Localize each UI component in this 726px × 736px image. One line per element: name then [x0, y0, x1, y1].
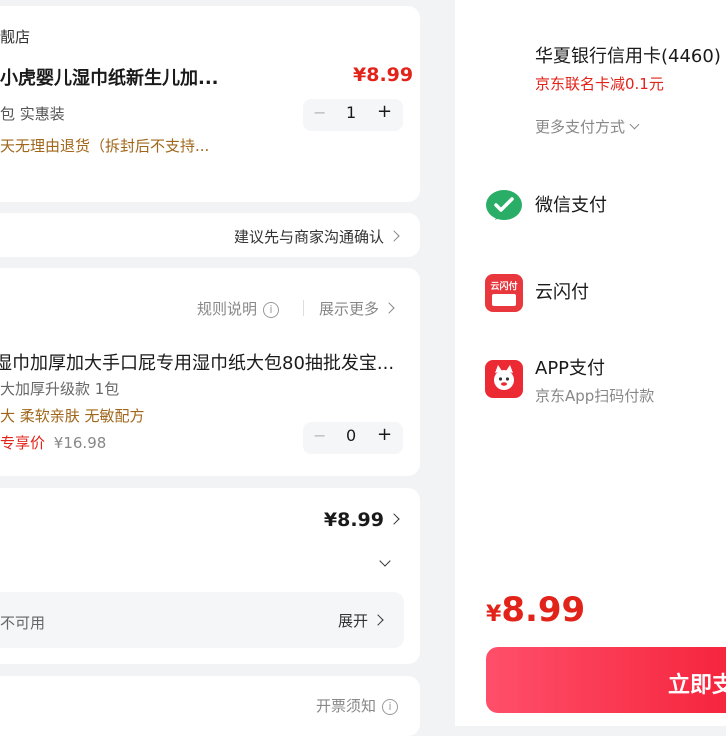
addon-spec[interactable]: 大加厚升级款 1包 — [0, 378, 119, 399]
collapse-toggle[interactable] — [379, 552, 391, 567]
expand-label: 展开 — [337, 612, 368, 630]
card-name: 华夏银行信用卡(4460) — [535, 46, 721, 67]
decrease-button[interactable]: − — [313, 103, 326, 122]
card-promo: 京东联名卡减0.1元 — [535, 75, 664, 93]
more-methods-label: 更多支付方式 — [535, 118, 626, 136]
addon-title[interactable]: 湿巾加厚加大手口屁专用湿巾纸大包80抽批发宝... — [0, 349, 394, 375]
addon-tags: 大 柔软亲肤 无敏配方 — [0, 407, 145, 425]
contact-tip-text: 建议先与商家沟通确认 — [233, 228, 384, 246]
unionpay-option[interactable]: 云闪付 云闪付 — [485, 272, 715, 316]
pay-now-button[interactable]: 立即支 — [486, 647, 726, 713]
unionpay-quickpass-icon: 云闪付 — [485, 274, 523, 312]
divider — [303, 300, 304, 316]
product-card: 靓店 小虎婴儿湿巾纸新生儿加... ¥8.99 包 实惠装 天无理由退货（拆封后… — [0, 6, 420, 202]
order-panel: 靓店 小虎婴儿湿巾纸新生儿加... ¥8.99 包 实惠装 天无理由退货（拆封后… — [0, 0, 455, 736]
rules-link[interactable]: 规则说明 i — [197, 298, 280, 319]
quantity-value[interactable]: 0 — [346, 426, 356, 445]
product-spec[interactable]: 包 实惠装 — [0, 103, 65, 124]
chevron-right-icon — [383, 302, 395, 314]
more-payment-methods[interactable]: 更多支付方式 — [535, 116, 640, 137]
return-policy[interactable]: 天无理由退货（拆封后不支持... — [0, 135, 209, 156]
unionpay-card-shape — [492, 294, 516, 306]
chevron-right-icon — [388, 513, 400, 525]
chevron-right-icon — [372, 614, 384, 626]
summary-amount-link[interactable]: ¥8.99 — [323, 509, 400, 531]
app-pay-label: APP支付 — [535, 358, 606, 379]
contact-tip-link[interactable]: 建议先与商家沟通确认 — [233, 226, 400, 247]
product-price: ¥8.99 — [353, 64, 414, 86]
show-more-label: 展示更多 — [319, 300, 380, 318]
increase-button[interactable]: + — [377, 101, 392, 122]
summary-amount: ¥8.99 — [323, 509, 384, 531]
wechat-pay-option[interactable]: 微信支付 — [485, 185, 715, 229]
total-amount: ¥8.99 — [486, 590, 585, 630]
chevron-down-icon — [379, 555, 391, 567]
unavailable-text: 不可用 — [0, 614, 46, 632]
contact-tip-card[interactable]: 建议先与商家沟通确认 — [0, 213, 420, 257]
payment-panel: 华夏银行信用卡(4460) 京东联名卡减0.1元 更多支付方式 微信支付 云闪付… — [455, 0, 726, 726]
wechat-pay-label: 微信支付 — [535, 195, 607, 216]
exclusive-price: ¥16.98 — [53, 434, 107, 452]
chevron-down-icon — [629, 119, 640, 130]
unionpay-icon-text: 云闪付 — [490, 282, 518, 292]
info-icon: i — [263, 302, 280, 318]
currency-symbol: ¥ — [486, 602, 502, 627]
wechat-pay-icon — [485, 187, 523, 225]
expand-link[interactable]: 展开 — [337, 610, 384, 631]
exclusive-price-row: 专享价 ¥16.98 — [0, 432, 106, 453]
unavailable-box: 不可用 展开 — [0, 592, 404, 648]
invoice-notice-label: 开票须知 — [316, 697, 377, 715]
summary-card: ¥8.99 不可用 展开 — [0, 488, 420, 664]
pay-now-label: 立即支 — [668, 673, 726, 698]
quantity-value[interactable]: 1 — [346, 103, 356, 122]
addon-quantity-stepper[interactable]: − 0 + — [303, 422, 403, 454]
unionpay-label: 云闪付 — [535, 282, 589, 303]
chevron-right-icon — [388, 230, 400, 242]
total-value: 8.99 — [501, 590, 586, 630]
exclusive-label: 专享价 — [0, 434, 46, 452]
app-pay-sub: 京东App扫码付款 — [535, 387, 655, 405]
invoice-card: 开票须知 i — [0, 676, 420, 736]
product-title[interactable]: 小虎婴儿湿巾纸新生儿加... — [0, 64, 219, 90]
card-option[interactable]: 华夏银行信用卡(4460) 京东联名卡减0.1元 — [535, 42, 721, 94]
show-more-link[interactable]: 展示更多 — [319, 298, 395, 319]
info-icon: i — [382, 699, 399, 715]
store-name[interactable]: 靓店 — [0, 26, 30, 47]
rules-label: 规则说明 — [197, 300, 258, 318]
app-pay-option[interactable]: APP支付 京东App扫码付款 — [485, 354, 725, 410]
jd-app-icon — [485, 360, 523, 398]
addon-card: 规则说明 i 展示更多 湿巾加厚加大手口屁专用湿巾纸大包80抽批发宝... 大加厚… — [0, 268, 420, 476]
invoice-notice-link[interactable]: 开票须知 i — [316, 695, 399, 716]
decrease-button[interactable]: − — [313, 426, 326, 445]
quantity-stepper[interactable]: − 1 + — [303, 99, 403, 131]
increase-button[interactable]: + — [377, 424, 392, 445]
